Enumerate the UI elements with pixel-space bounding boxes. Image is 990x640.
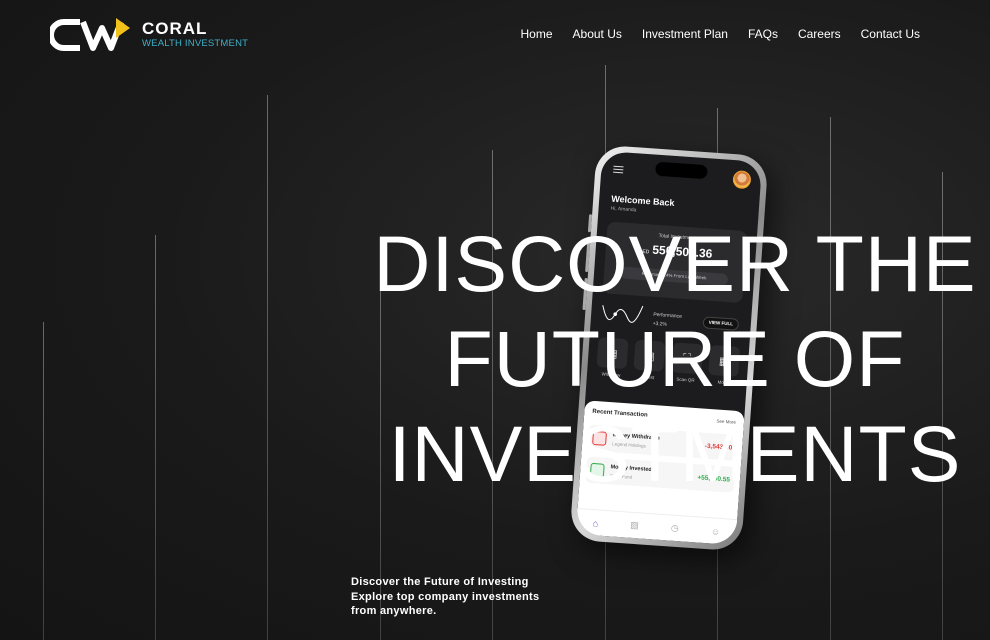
headline-line: DISCOVER THE [373, 219, 977, 308]
coral-logo-icon [50, 18, 130, 51]
intro-line: from anywhere. [351, 605, 437, 617]
bg-line [43, 322, 44, 640]
bg-line [267, 95, 268, 640]
intro-line: Explore top company investments [351, 590, 540, 603]
nav-home[interactable]: Home [521, 27, 553, 41]
nav-about-us[interactable]: About Us [573, 27, 622, 41]
headline-line: FUTURE OF [444, 314, 906, 403]
dynamic-island [654, 161, 708, 180]
greeting: Hi, Amanda [610, 205, 637, 214]
nav-careers[interactable]: Careers [798, 27, 841, 41]
clock-icon: ◷ [670, 522, 680, 534]
main-nav: Home About Us Investment Plan FAQs Caree… [521, 27, 920, 41]
bg-line [155, 235, 156, 640]
brand-logo[interactable]: CORAL WEALTH INVESTMENT [50, 16, 248, 54]
hamburger-menu-icon [613, 165, 624, 176]
chart-icon: ▧ [630, 519, 640, 531]
avatar [732, 170, 752, 190]
profile-icon: ☺ [710, 525, 721, 537]
brand-name: CORAL [142, 19, 208, 38]
hero-headline: DISCOVER THE FUTURE OF INVESTMENTS [360, 216, 990, 501]
home-icon: ⌂ [592, 517, 599, 528]
nav-faqs[interactable]: FAQs [748, 27, 778, 41]
hero-intro: Discover the Future of Investing Explore… [351, 575, 539, 619]
nav-contact-us[interactable]: Contact Us [861, 27, 920, 41]
brand-tagline: WEALTH INVESTMENT [142, 38, 249, 49]
nav-investment-plan[interactable]: Investment Plan [642, 27, 728, 41]
headline-line: INVESTMENTS [388, 409, 962, 498]
intro-line: Discover the Future of Investing [351, 576, 529, 588]
phone-tabbar: ⌂ ▧ ◷ ☺ [575, 508, 738, 546]
